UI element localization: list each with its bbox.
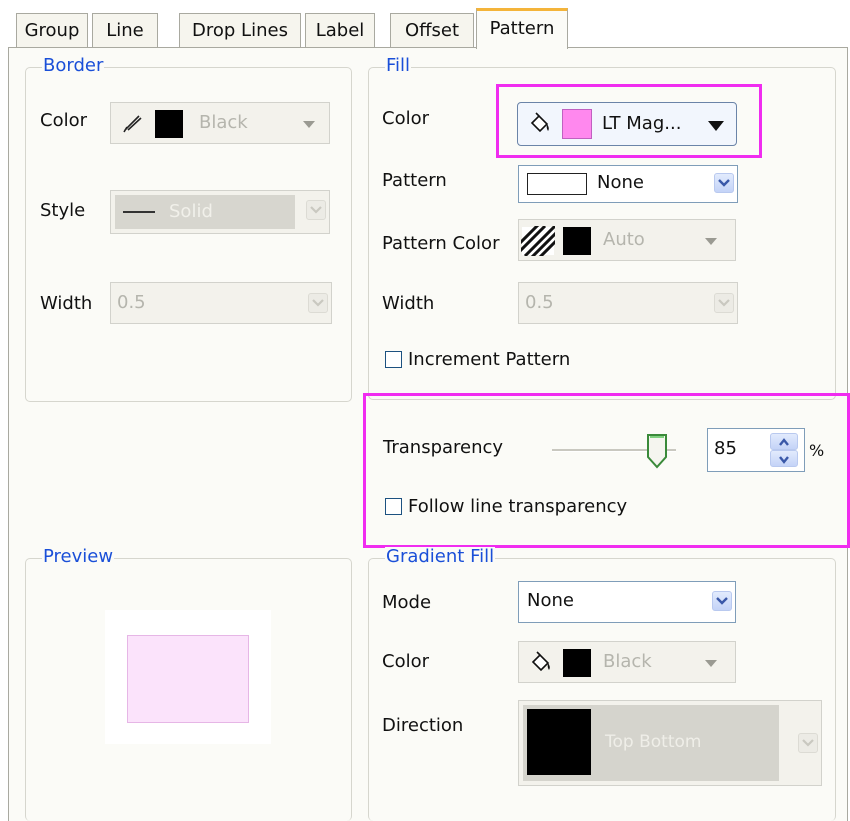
chevron-down-icon	[306, 200, 326, 220]
pattern-color-combo[interactable]: Auto	[518, 219, 736, 261]
gradient-direction-label: Direction	[382, 715, 464, 736]
hatch-pattern-icon	[521, 226, 555, 256]
spinner-buttons[interactable]	[770, 433, 798, 467]
gradient-mode-value: None	[527, 590, 574, 611]
chevron-down-icon	[798, 733, 818, 753]
pattern-none-swatch	[527, 173, 587, 195]
tab-strip: Group Line Drop Lines Label Offset Patte…	[0, 0, 850, 49]
border-color-combo[interactable]: Black	[110, 102, 330, 144]
border-width-value: 0.5	[117, 292, 146, 313]
tab-drop-lines[interactable]: Drop Lines	[179, 13, 301, 48]
fill-pattern-combo[interactable]: None	[518, 165, 738, 203]
tab-offset[interactable]: Offset	[390, 13, 474, 48]
gradient-color-value: Black	[603, 651, 652, 672]
tab-line[interactable]: Line	[92, 13, 158, 48]
gradient-direction-value: Top Bottom	[605, 732, 702, 752]
border-color-value: Black	[199, 112, 248, 133]
gradient-fill-legend: Gradient Fill	[385, 546, 496, 567]
border-style-label: Style	[40, 200, 86, 221]
border-width-combo[interactable]: 0.5	[110, 282, 332, 324]
border-color-label: Color	[40, 110, 87, 131]
transparency-input[interactable]: 85	[707, 428, 805, 472]
transparency-unit: %	[809, 441, 825, 460]
chevron-down-icon	[714, 293, 734, 313]
preview-legend: Preview	[42, 546, 115, 567]
transparency-slider-thumb[interactable]	[646, 433, 668, 469]
border-style-value: Solid	[169, 201, 213, 222]
pattern-dialog: Group Line Drop Lines Label Offset Patte…	[0, 0, 850, 821]
pattern-color-label: Pattern Color	[382, 233, 500, 254]
border-style-combo[interactable]: Solid	[110, 190, 330, 234]
chevron-down-icon	[308, 293, 328, 313]
border-legend: Border	[42, 55, 105, 76]
fill-color-swatch	[562, 109, 592, 139]
transparency-value: 85	[714, 438, 737, 459]
fill-width-value: 0.5	[525, 292, 554, 313]
tab-label[interactable]: Label	[305, 13, 375, 48]
dropdown-arrow-icon	[705, 238, 717, 245]
solid-line-icon	[123, 211, 155, 213]
fill-color-label: Color	[382, 108, 429, 129]
tab-group[interactable]: Group	[16, 13, 88, 48]
fill-pattern-value: None	[597, 172, 644, 193]
fill-color-value: LT Mag...	[602, 113, 682, 134]
increment-pattern-checkbox[interactable]	[385, 351, 402, 368]
follow-line-transparency-label: Follow line transparency	[408, 496, 628, 517]
pen-icon	[123, 115, 142, 133]
fill-color-combo[interactable]: LT Mag...	[517, 102, 737, 146]
gradient-color-label: Color	[382, 651, 429, 672]
gradient-direction-combo[interactable]: Top Bottom	[518, 700, 822, 786]
paint-bucket-icon	[530, 112, 549, 133]
border-width-label: Width	[40, 293, 93, 314]
direction-swatch	[527, 709, 591, 775]
paint-bucket-icon	[531, 651, 550, 672]
gradient-mode-label: Mode	[382, 592, 432, 613]
fill-width-label: Width	[382, 293, 435, 314]
gradient-mode-combo[interactable]: None	[518, 581, 736, 623]
fill-width-combo[interactable]: 0.5	[518, 282, 738, 324]
transparency-label: Transparency	[383, 437, 504, 458]
dropdown-arrow-icon	[708, 121, 724, 131]
gradient-color-swatch	[563, 649, 591, 677]
tab-pattern[interactable]: Pattern	[476, 8, 568, 49]
follow-line-transparency-checkbox[interactable]	[385, 498, 402, 515]
spin-down-icon[interactable]	[770, 450, 798, 467]
spin-up-icon[interactable]	[770, 433, 798, 450]
preview-fill-box	[127, 635, 249, 723]
chevron-down-icon	[714, 173, 734, 193]
gradient-color-combo[interactable]: Black	[518, 641, 736, 683]
fill-legend: Fill	[385, 55, 412, 76]
chevron-down-icon	[712, 591, 732, 611]
border-color-swatch	[155, 110, 183, 138]
pattern-color-value: Auto	[603, 229, 645, 250]
dropdown-arrow-icon	[705, 660, 717, 667]
pattern-color-swatch	[563, 227, 591, 255]
increment-pattern-label: Increment Pattern	[408, 349, 571, 370]
dropdown-arrow-icon	[303, 121, 315, 128]
fill-pattern-label: Pattern	[382, 170, 447, 191]
